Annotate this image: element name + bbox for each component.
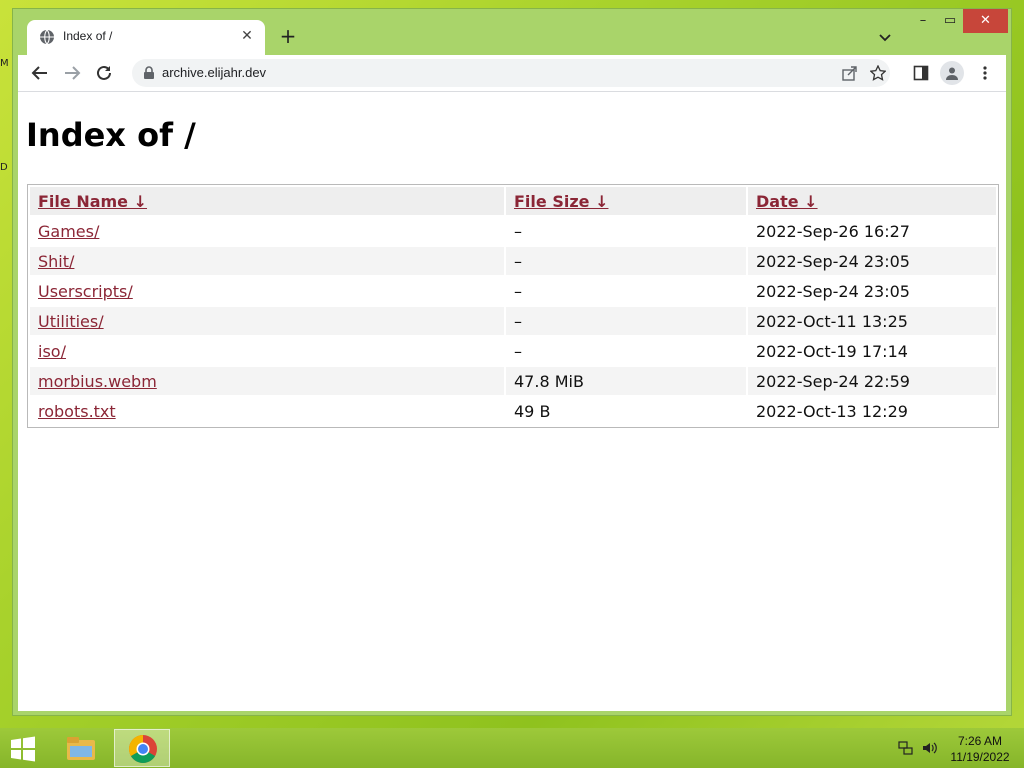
file-size-cell: – <box>514 281 522 301</box>
table-row: robots.txt 49 B 2022-Oct-13 12:29 <box>30 397 996 425</box>
file-date-cell: 2022-Oct-11 13:25 <box>748 307 996 335</box>
browser-toolbar: archive.elijahr.dev <box>18 55 1006 91</box>
file-name-cell: robots.txt <box>30 397 504 425</box>
sort-by-size-link[interactable]: File Size ↓ <box>514 192 608 211</box>
sort-by-date-link[interactable]: Date ↓ <box>756 192 818 211</box>
share-icon[interactable] <box>838 61 862 85</box>
file-date-cell: 2022-Oct-19 17:14 <box>756 341 908 361</box>
globe-icon <box>40 29 54 45</box>
file-date-cell: 2022-Sep-24 22:59 <box>748 367 996 395</box>
clock-date: 11/19/2022 <box>950 750 1010 764</box>
close-window-button[interactable]: ✕ <box>963 9 1008 33</box>
file-explorer-icon <box>67 737 95 760</box>
url-text: archive.elijahr.dev <box>162 65 267 80</box>
file-size-cell: – <box>514 221 522 241</box>
table-row: Shit/ – 2022-Sep-24 23:05 <box>30 247 996 275</box>
back-arrow-icon[interactable] <box>28 61 52 85</box>
profile-icon[interactable] <box>940 61 964 85</box>
address-bar[interactable]: archive.elijahr.dev <box>132 59 890 87</box>
file-name-cell: Userscripts/ <box>30 277 504 305</box>
chrome-taskbar-button[interactable] <box>114 729 170 767</box>
file-name-cell: iso/ <box>30 337 504 365</box>
file-link[interactable]: morbius.webm <box>38 372 157 391</box>
file-name-cell: morbius.webm <box>30 367 504 395</box>
star-icon[interactable] <box>866 61 890 85</box>
kebab-menu-icon[interactable] <box>973 61 997 85</box>
file-link[interactable]: Utilities/ <box>38 312 104 331</box>
taskbar-clock[interactable]: 7:26 AM 11/19/2022 <box>944 733 1016 765</box>
file-link[interactable]: robots.txt <box>38 402 116 421</box>
close-icon[interactable]: ✕ <box>237 26 257 46</box>
file-name-cell: Utilities/ <box>30 307 504 335</box>
file-link[interactable]: Userscripts/ <box>38 282 133 301</box>
table-header-row: File Name ↓ File Size ↓ Date ↓ <box>30 187 996 215</box>
file-size-cell: – <box>506 247 746 275</box>
desktop-icon-label-d: D <box>0 162 8 173</box>
header-file-size: File Size ↓ <box>506 187 746 215</box>
header-date: Date ↓ <box>748 187 996 215</box>
file-size-cell: – <box>514 341 522 361</box>
windows-start-icon[interactable] <box>8 734 38 764</box>
table-row: Utilities/ – 2022-Oct-11 13:25 <box>30 307 996 335</box>
desktop-icon-label-m: M <box>0 58 9 69</box>
file-date-cell: 2022-Sep-26 16:27 <box>756 221 910 241</box>
file-date-cell: 2022-Sep-24 23:05 <box>748 247 996 275</box>
reload-icon[interactable] <box>92 61 116 85</box>
taskbar: 7:26 AM 11/19/2022 <box>0 728 1024 768</box>
minimize-button[interactable]: – <box>908 9 938 33</box>
tab-index[interactable]: Index of / ✕ <box>27 20 265 55</box>
table-row: Games/ – 2022-Sep-26 16:27 <box>30 217 996 245</box>
page-title: Index of / <box>26 116 196 154</box>
maximize-button[interactable]: ▭ <box>935 9 965 33</box>
tab-title: Index of / <box>63 29 113 43</box>
file-size-cell: 49 B <box>514 401 551 421</box>
file-link[interactable]: Shit/ <box>38 252 74 271</box>
file-name-cell: Shit/ <box>30 247 504 275</box>
browser-window: Index of / ✕ + – ▭ ✕ archive.elijahr.dev <box>12 8 1012 716</box>
table-row: morbius.webm 47.8 MiB 2022-Sep-24 22:59 <box>30 367 996 395</box>
file-link[interactable]: Games/ <box>38 222 99 241</box>
plus-icon[interactable]: + <box>277 25 299 47</box>
sort-by-name-link[interactable]: File Name ↓ <box>38 192 147 211</box>
header-file-name: File Name ↓ <box>30 187 504 215</box>
table-row: iso/ – 2022-Oct-19 17:14 <box>30 337 996 365</box>
forward-arrow-icon[interactable] <box>60 61 84 85</box>
chevron-down-icon[interactable] <box>875 27 895 47</box>
file-date-cell: 2022-Sep-24 23:05 <box>756 281 910 301</box>
chrome-icon <box>129 735 157 763</box>
lock-icon[interactable] <box>142 66 156 80</box>
page-content: Index of / File Name ↓ File Size ↓ Date … <box>18 91 1006 711</box>
file-listing-table: File Name ↓ File Size ↓ Date ↓ Games/ – … <box>27 184 999 428</box>
table-row: Userscripts/ – 2022-Sep-24 23:05 <box>30 277 996 305</box>
file-link[interactable]: iso/ <box>38 342 66 361</box>
volume-icon[interactable] <box>921 739 939 757</box>
tab-strip: Index of / ✕ + – ▭ ✕ <box>13 9 1011 55</box>
file-explorer-taskbar-button[interactable] <box>52 729 108 767</box>
file-size-cell: 47.8 MiB <box>506 367 746 395</box>
file-date-cell: 2022-Oct-13 12:29 <box>756 401 908 421</box>
network-icon[interactable] <box>897 739 915 757</box>
clock-time: 7:26 AM <box>957 734 1003 748</box>
file-size-cell: – <box>506 307 746 335</box>
file-name-cell: Games/ <box>30 217 504 245</box>
side-panel-icon[interactable] <box>909 61 933 85</box>
